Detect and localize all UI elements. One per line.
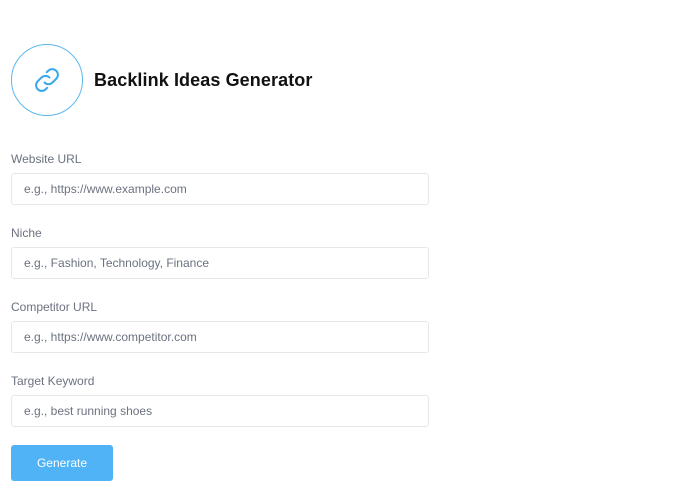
logo	[11, 44, 83, 116]
page-title: Backlink Ideas Generator	[94, 69, 313, 90]
competitor-url-field: Competitor URL	[11, 300, 429, 353]
backlink-form: Website URL Niche Competitor URL Target …	[11, 152, 429, 481]
generate-button[interactable]: Generate	[11, 445, 113, 481]
target-keyword-label: Target Keyword	[11, 374, 95, 388]
website-url-input[interactable]	[11, 173, 429, 205]
website-url-label: Website URL	[11, 152, 82, 166]
target-keyword-field: Target Keyword	[11, 374, 429, 427]
website-url-field: Website URL	[11, 152, 429, 205]
niche-field: Niche	[11, 226, 429, 279]
header: Backlink Ideas Generator	[11, 44, 313, 116]
link-icon	[35, 68, 59, 92]
niche-label: Niche	[11, 226, 42, 240]
niche-input[interactable]	[11, 247, 429, 279]
page: Backlink Ideas Generator Website URL Nic…	[0, 0, 674, 500]
competitor-url-label: Competitor URL	[11, 300, 98, 314]
competitor-url-input[interactable]	[11, 321, 429, 353]
target-keyword-input[interactable]	[11, 395, 429, 427]
